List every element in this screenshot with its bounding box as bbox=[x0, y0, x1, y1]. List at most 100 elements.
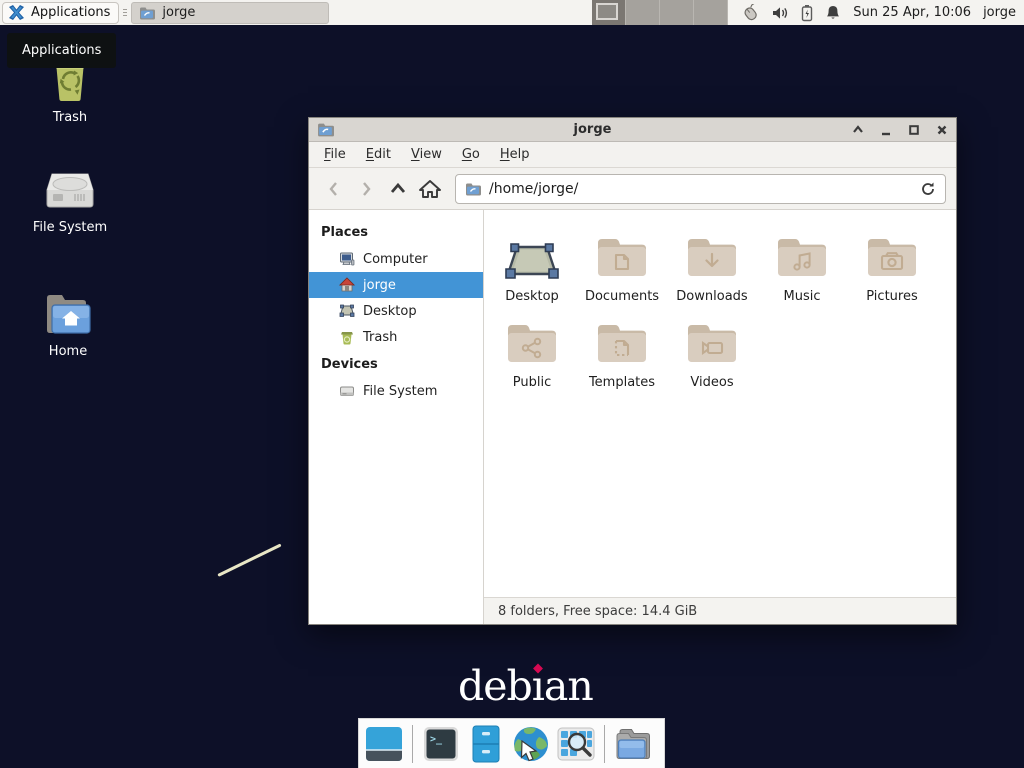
sidebar-item-desktop[interactable]: Desktop bbox=[309, 298, 483, 324]
computer-icon bbox=[339, 251, 355, 267]
dock-separator bbox=[604, 725, 605, 763]
videos-folder-icon bbox=[685, 320, 739, 366]
sidebar-header-places: Places bbox=[309, 218, 483, 246]
file-item-desktop[interactable]: Desktop bbox=[487, 220, 577, 304]
web-browser-button[interactable] bbox=[512, 725, 550, 763]
desktop-icon-home[interactable]: Home bbox=[20, 292, 116, 359]
menu-view[interactable]: View bbox=[402, 144, 451, 165]
file-cabinet-button[interactable] bbox=[467, 725, 505, 763]
workspace-window-preview bbox=[596, 3, 618, 20]
toolbar: /home/jorge/ bbox=[309, 168, 956, 210]
drive-icon bbox=[339, 383, 355, 399]
sidebar-item-computer[interactable]: Computer bbox=[309, 246, 483, 272]
home-folder-icon bbox=[43, 292, 93, 336]
home-button[interactable] bbox=[415, 174, 445, 204]
menu-help[interactable]: Help bbox=[491, 144, 539, 165]
file-manager-button[interactable] bbox=[614, 725, 652, 763]
templates-folder-icon bbox=[595, 320, 649, 366]
pathbar-folder-icon bbox=[465, 182, 481, 196]
file-item-downloads[interactable]: Downloads bbox=[667, 220, 757, 304]
desktop-icon-filesystem[interactable]: File System bbox=[22, 170, 118, 235]
file-cabinet-icon bbox=[471, 725, 501, 763]
file-label: Downloads bbox=[676, 289, 747, 304]
file-manager-folder-icon bbox=[614, 726, 652, 762]
downloads-folder-icon bbox=[685, 234, 739, 280]
sidebar-item-file-system[interactable]: File System bbox=[309, 378, 483, 404]
show-desktop-button[interactable] bbox=[365, 725, 403, 763]
taskbar-window-label: jorge bbox=[162, 5, 195, 20]
mouse-icon[interactable] bbox=[740, 4, 760, 22]
sidebar: Places Computer jorge bbox=[309, 210, 484, 624]
svg-text:>_: >_ bbox=[430, 734, 443, 745]
workspace-2[interactable] bbox=[626, 0, 660, 25]
file-label: Pictures bbox=[866, 289, 917, 304]
minimize-button[interactable] bbox=[879, 123, 892, 136]
folder-icon bbox=[139, 6, 155, 20]
titlebar[interactable]: jorge bbox=[309, 118, 956, 142]
maximize-button[interactable] bbox=[907, 123, 920, 136]
workspace-3[interactable] bbox=[660, 0, 694, 25]
user-home-icon bbox=[339, 277, 355, 293]
file-item-music[interactable]: Music bbox=[757, 220, 847, 304]
desktop-icon-label: Trash bbox=[53, 110, 87, 125]
path-bar[interactable]: /home/jorge/ bbox=[455, 174, 946, 204]
path-text[interactable]: /home/jorge/ bbox=[489, 181, 578, 197]
desktop-icon-label: File System bbox=[33, 220, 107, 235]
sidebar-item-trash[interactable]: Trash bbox=[309, 324, 483, 350]
file-label: Desktop bbox=[505, 289, 559, 304]
close-button[interactable] bbox=[935, 123, 948, 136]
bottom-dock: >_ bbox=[358, 718, 665, 768]
bell-icon[interactable] bbox=[825, 4, 841, 22]
xfce-logo-icon bbox=[8, 4, 25, 21]
sidebar-item-jorge[interactable]: jorge bbox=[309, 272, 483, 298]
up-button[interactable] bbox=[383, 174, 413, 204]
workspace-4[interactable] bbox=[694, 0, 728, 25]
menu-edit[interactable]: Edit bbox=[357, 144, 400, 165]
window-title: jorge bbox=[334, 122, 851, 137]
file-item-pictures[interactable]: Pictures bbox=[847, 220, 937, 304]
system-tray bbox=[740, 4, 841, 22]
debian-logo: debıan bbox=[458, 662, 593, 710]
reload-button[interactable] bbox=[920, 181, 936, 197]
sidebar-header-devices: Devices bbox=[309, 350, 483, 378]
back-button[interactable] bbox=[319, 174, 349, 204]
app-finder-button[interactable] bbox=[557, 725, 595, 763]
file-grid: Desktop Documents bbox=[484, 210, 956, 597]
statusbar-text: 8 folders, Free space: 14.4 GiB bbox=[498, 604, 697, 619]
trash-small-icon bbox=[339, 329, 355, 345]
file-item-videos[interactable]: Videos bbox=[667, 306, 757, 390]
battery-icon[interactable] bbox=[800, 4, 814, 22]
menu-go[interactable]: Go bbox=[453, 144, 489, 165]
shade-button[interactable] bbox=[851, 123, 864, 136]
terminal-button[interactable]: >_ bbox=[422, 725, 460, 763]
public-folder-icon bbox=[505, 320, 559, 366]
terminal-icon: >_ bbox=[423, 726, 459, 762]
forward-button[interactable] bbox=[351, 174, 381, 204]
file-item-documents[interactable]: Documents bbox=[577, 220, 667, 304]
menu-file[interactable]: File bbox=[315, 144, 355, 165]
workspace-switcher bbox=[592, 0, 728, 25]
desktop-icon bbox=[339, 303, 355, 319]
file-label: Documents bbox=[585, 289, 659, 304]
web-browser-globe-icon bbox=[512, 725, 550, 763]
taskbar-window-button[interactable]: jorge bbox=[131, 2, 329, 24]
desktop-icon-label: Home bbox=[49, 344, 87, 359]
file-item-templates[interactable]: Templates bbox=[577, 306, 667, 390]
workspace-1[interactable] bbox=[592, 0, 626, 25]
pictures-folder-icon bbox=[865, 234, 919, 280]
applications-menu-button[interactable]: Applications bbox=[2, 2, 119, 24]
applications-tooltip: Applications bbox=[7, 33, 116, 68]
panel-handle[interactable] bbox=[123, 9, 127, 16]
hard-drive-icon bbox=[45, 170, 95, 212]
stray-line-artifact bbox=[217, 543, 281, 576]
panel-clock[interactable]: Sun 25 Apr, 10:06 bbox=[853, 5, 971, 20]
panel-username[interactable]: jorge bbox=[983, 5, 1016, 20]
file-label: Public bbox=[513, 375, 551, 390]
top-panel: Applications jorge bbox=[0, 0, 1024, 25]
home-icon bbox=[419, 179, 441, 199]
show-desktop-icon bbox=[365, 726, 403, 762]
volume-icon[interactable] bbox=[771, 4, 789, 22]
music-folder-icon bbox=[775, 234, 829, 280]
file-item-public[interactable]: Public bbox=[487, 306, 577, 390]
applications-menu-label: Applications bbox=[31, 5, 110, 20]
